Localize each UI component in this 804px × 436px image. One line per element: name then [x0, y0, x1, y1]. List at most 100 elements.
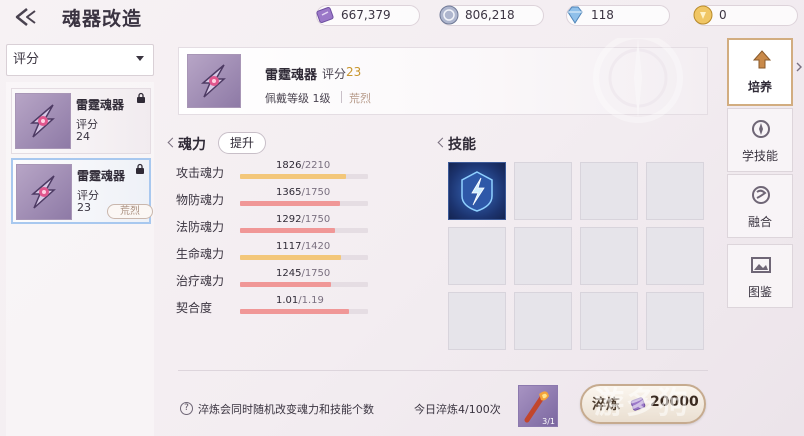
diamond-icon: [563, 3, 587, 27]
main-panel: 雷霆魂器 评分 23 佩戴等级 1级 荒烈 魂力 提升 攻击魂力 1826/221…: [162, 34, 716, 436]
skill-slot-empty[interactable]: [448, 227, 506, 285]
soul-list: 雷霆魂器 评分 24 雷霆魂器 评分 23 荒烈: [6, 82, 154, 436]
thunder-artifact-icon: [200, 64, 226, 98]
footer-divider: [178, 370, 708, 371]
skill-slot-empty[interactable]: [646, 292, 704, 350]
skill-grid: [448, 162, 704, 352]
gallery-icon: [751, 257, 771, 273]
filter-label: 评分: [13, 52, 40, 67]
tab-learn-skill[interactable]: 学技能: [727, 108, 793, 172]
stat-label: 物防魂力: [176, 193, 225, 207]
stat-value: 1245/1750: [276, 268, 330, 279]
stat-row: 法防魂力 1292/1750: [176, 214, 376, 236]
tab-label: 融合: [747, 215, 772, 229]
stat-current: 1245: [276, 268, 302, 279]
skill-learn-icon: [752, 120, 770, 138]
refine-material-slot[interactable]: 3/1: [518, 385, 558, 427]
tab-label: 学技能: [741, 149, 778, 163]
skill-slot-empty[interactable]: [514, 292, 572, 350]
help-icon[interactable]: ?: [180, 402, 193, 415]
score-value: 24: [76, 130, 90, 143]
skill-slot-empty[interactable]: [646, 227, 704, 285]
tab-fusion[interactable]: 融合: [727, 174, 793, 238]
skill-slot-empty[interactable]: [580, 227, 638, 285]
back-arrow-icon: [15, 8, 36, 26]
upgrade-button[interactable]: 提升: [218, 132, 266, 154]
stat-label: 攻击魂力: [176, 166, 225, 180]
stat-row: 契合度 1.01/1.19: [176, 295, 376, 317]
soul-artifact-thumbnail: [15, 93, 71, 149]
thunder-artifact-icon: [30, 175, 56, 209]
soul-power-title: 魂力: [178, 134, 206, 154]
refine-help-text: 淬炼会同时随机改变魂力和技能个数: [198, 403, 374, 416]
page-title: 魂器改造: [62, 8, 143, 30]
chevron-down-icon: [136, 56, 144, 61]
silver-coin-icon: [437, 3, 461, 27]
stat-current: 1117: [276, 241, 302, 252]
skill-slot-filled[interactable]: [448, 162, 506, 220]
stat-value: 1117/1420: [276, 241, 330, 252]
selected-soul-header: 雷霆魂器 评分 23 佩戴等级 1级 荒烈: [178, 38, 708, 123]
stat-bar-fill: [240, 282, 331, 287]
selected-soul-thumbnail: [187, 54, 241, 108]
stat-bar: [240, 228, 368, 233]
stat-label: 法防魂力: [176, 220, 225, 234]
stat-row: 生命魂力 1117/1420: [176, 241, 376, 263]
tab-label: 图鉴: [747, 285, 772, 299]
stat-bar-fill: [240, 228, 335, 233]
stat-bar: [240, 201, 368, 206]
lightning-shield-skill-icon: [461, 171, 493, 212]
stat-current: 1.01: [276, 295, 299, 306]
skill-slot-empty[interactable]: [580, 292, 638, 350]
soul-crystal-icon: [313, 3, 337, 27]
stat-bar-fill: [240, 201, 340, 206]
tab-label: 培养: [747, 80, 772, 94]
currency-silver-coin[interactable]: 806,218: [437, 3, 544, 27]
top-bar: 魂器改造 667,379 806,218 118 0: [0, 0, 804, 34]
stat-bar-fill: [240, 309, 349, 314]
currency-value: 667,379: [341, 8, 391, 22]
skills-title: 技能: [448, 134, 476, 154]
tab-cultivate[interactable]: 培养: [727, 38, 793, 106]
quality-tag: 荒烈: [349, 92, 371, 105]
currency-gold-coin[interactable]: 0: [691, 3, 798, 27]
sort-filter-dropdown[interactable]: 评分: [6, 44, 154, 76]
stat-max: /1750: [301, 187, 331, 198]
chevron-right-icon: [796, 62, 802, 72]
currency-diamond[interactable]: 118: [566, 5, 670, 26]
quality-tag: 荒烈: [107, 204, 153, 219]
stat-bar: [240, 255, 368, 260]
stat-row: 治疗魂力 1245/1750: [176, 268, 376, 290]
skill-slot-empty[interactable]: [580, 162, 638, 220]
stat-row: 物防魂力 1365/1750: [176, 187, 376, 209]
soul-list-item-selected[interactable]: 雷霆魂器 评分 23 荒烈: [11, 158, 153, 224]
lock-icon[interactable]: [135, 92, 147, 104]
equip-level: 佩戴等级 1级: [265, 92, 331, 105]
tab-gallery[interactable]: 图鉴: [727, 244, 793, 308]
stat-bar: [240, 282, 368, 287]
watermark: 游多狗: [594, 386, 690, 421]
material-count: 3/1: [542, 417, 555, 426]
stat-value: 1365/1750: [276, 187, 330, 198]
soul-list-item[interactable]: 雷霆魂器 评分 24: [11, 88, 151, 154]
gold-coin-icon: [691, 3, 715, 27]
lock-icon[interactable]: [134, 163, 146, 175]
stat-bar-fill: [240, 255, 341, 260]
skill-slot-empty[interactable]: [514, 227, 572, 285]
soul-artifact-thumbnail: [16, 164, 72, 220]
stat-value: 1292/1750: [276, 214, 330, 225]
score-value: 23: [77, 201, 91, 214]
currency-value: 0: [719, 8, 727, 22]
stat-bar: [240, 174, 368, 179]
stat-value: 1826/2210: [276, 160, 330, 171]
skill-slot-empty[interactable]: [646, 162, 704, 220]
stat-bar-fill: [240, 174, 346, 179]
stat-value: 1.01/1.19: [276, 295, 324, 306]
skill-slot-empty[interactable]: [514, 162, 572, 220]
currency-value: 806,218: [465, 8, 515, 22]
selected-score-label: 评分: [322, 67, 347, 81]
back-button[interactable]: [10, 5, 46, 29]
currency-soul-crystal[interactable]: 667,379: [316, 5, 420, 26]
skill-slot-empty[interactable]: [448, 292, 506, 350]
stat-label: 契合度: [176, 301, 213, 315]
